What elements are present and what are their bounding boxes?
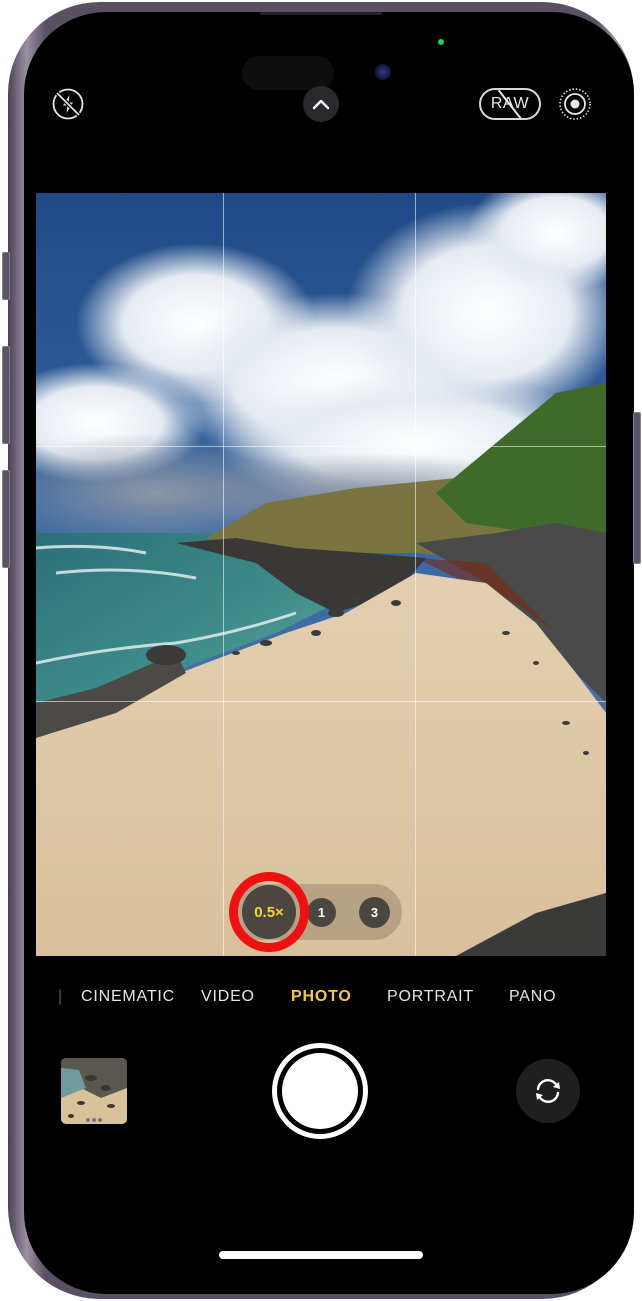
raw-toggle-button[interactable]: RAW [479, 88, 541, 120]
zoom-1x-button[interactable]: 1 [307, 898, 336, 927]
camera-viewfinder[interactable] [36, 193, 606, 956]
camera-flip-icon [536, 1079, 560, 1103]
mode-portrait[interactable]: PORTRAIT [387, 988, 474, 1006]
zoom-3x-label: 3 [370, 905, 379, 920]
show-controls-button[interactable] [303, 86, 339, 122]
home-indicator[interactable] [219, 1251, 423, 1259]
camera-in-use-indicator [438, 39, 444, 45]
viewfinder-scene [36, 193, 606, 956]
grid-line-vertical [415, 193, 416, 956]
grid-line-horizontal [36, 446, 606, 447]
chevron-up-icon [312, 99, 330, 110]
dynamic-island [242, 56, 334, 90]
flash-button[interactable] [52, 88, 84, 120]
zoom-1x-label: 1 [317, 905, 326, 920]
mode-pano[interactable]: PANO [509, 988, 556, 1006]
action-button [2, 252, 10, 300]
front-camera-lens [375, 64, 391, 80]
mode-video[interactable]: VIDEO [201, 988, 255, 1006]
volume-up-button [2, 346, 10, 444]
zoom-3x-button[interactable]: 3 [359, 897, 390, 928]
grid-line-vertical [223, 193, 224, 956]
flash-off-icon [52, 88, 84, 120]
zoom-0-5x-label: 0.5× [254, 903, 284, 921]
shutter-inner-circle [282, 1053, 358, 1129]
photo-thumbnail-image [61, 1058, 127, 1124]
mode-overflow-indicator: | [58, 988, 63, 1005]
mode-cinematic[interactable]: CINEMATIC [81, 988, 175, 1006]
flip-camera-button[interactable] [516, 1059, 580, 1123]
grid-line-horizontal [36, 701, 606, 702]
mode-photo[interactable]: PHOTO [291, 988, 352, 1006]
camera-mode-selector: | CINEMATIC VIDEO PHOTO PORTRAIT PANO [0, 988, 642, 1012]
side-button [633, 412, 641, 564]
last-photo-thumbnail[interactable] [61, 1058, 127, 1124]
live-photo-button[interactable] [558, 87, 592, 121]
live-photo-icon [559, 88, 591, 120]
speaker-grille [260, 12, 382, 15]
volume-down-button [2, 470, 10, 568]
shutter-button[interactable] [272, 1043, 368, 1139]
zoom-0-5x-button[interactable]: 0.5× [242, 885, 296, 939]
